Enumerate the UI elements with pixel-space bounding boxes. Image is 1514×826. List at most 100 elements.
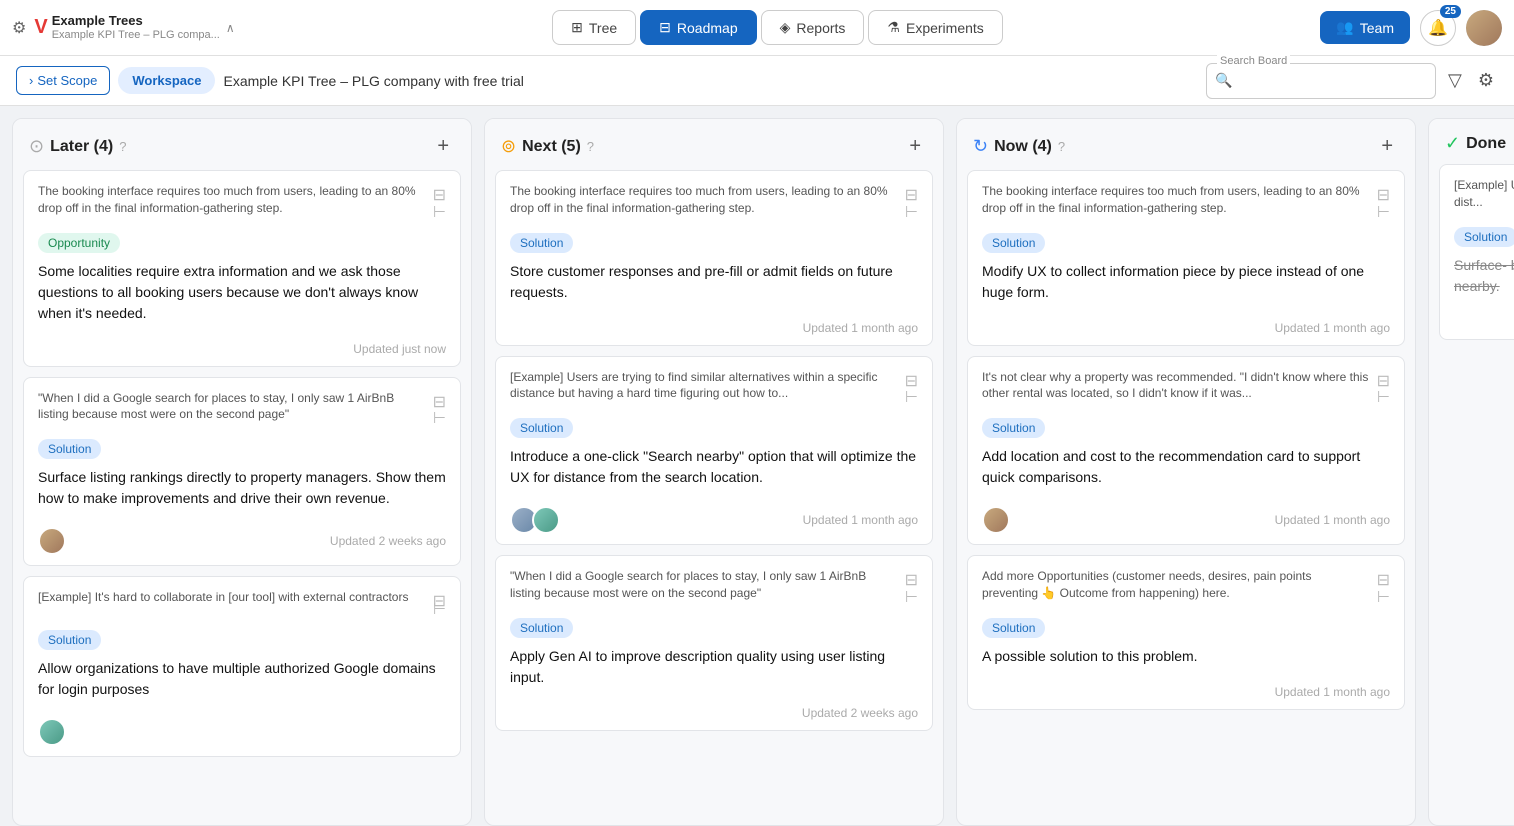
avatar-image [1466, 10, 1502, 46]
column-header-next: ⊚ Next (5) ? + [485, 119, 943, 170]
card-insight-row: "When I did a Google search for places t… [24, 378, 460, 432]
column-now: ↻ Now (4) ? + The booking interface requ… [956, 118, 1416, 826]
card-insight-text: It's not clear why a property was recomm… [982, 369, 1369, 403]
kanban-board: ⊙ Later (4) ? + The booking interface re… [0, 106, 1514, 826]
card: "When I did a Google search for places t… [23, 377, 461, 567]
tab-roadmap[interactable]: ⊟ Roadmap [640, 10, 756, 45]
card: "When I did a Google search for places t… [495, 555, 933, 731]
done-col-icon: ✓ [1445, 133, 1460, 154]
team-button[interactable]: 👥 Team [1320, 11, 1410, 44]
card-insight-icon[interactable]: ⊟ [433, 392, 446, 414]
card-insight-text: Add more Opportunities (customer needs, … [982, 568, 1369, 602]
search-input[interactable] [1236, 73, 1427, 88]
card-insight-text: The booking interface requires too much … [982, 183, 1369, 217]
card-insight-icon[interactable]: ⊟ [433, 185, 446, 207]
card-tag: Solution [38, 439, 101, 459]
column-help-now[interactable]: ? [1058, 139, 1065, 154]
column-title-done: Done [1466, 135, 1506, 153]
card-body: Surface listing rankings directly to pro… [38, 467, 446, 509]
card-insight-row: The booking interface requires too much … [968, 171, 1404, 225]
card-updated: Updated 1 month ago [803, 321, 918, 335]
card-insight-icon[interactable]: ⊟ [1377, 570, 1390, 592]
column-add-now[interactable]: + [1375, 133, 1399, 160]
card-avatar [38, 718, 66, 746]
card-insight-text: "When I did a Google search for places t… [38, 390, 425, 424]
column-title-later: Later (4) [50, 138, 113, 156]
team-icon: 👥 [1336, 19, 1353, 36]
card-insight-icon[interactable]: ⊟ [905, 570, 918, 592]
card: [Example] U... specific dist... ⊟ Soluti… [1439, 164, 1514, 340]
card-insight-icon[interactable]: ⊟ [905, 185, 918, 207]
card-avatars [510, 506, 554, 534]
card-body: Some localities require extra informatio… [38, 261, 446, 324]
settings-icon[interactable]: ⚙ [12, 18, 26, 38]
card: The booking interface requires too much … [495, 170, 933, 346]
set-scope-button[interactable]: › Set Scope [16, 66, 110, 95]
search-board-container: Search Board 🔍 [1206, 63, 1436, 99]
card-insight-text: The booking interface requires too much … [510, 183, 897, 217]
card-insight-row: "When I did a Google search for places t… [496, 556, 932, 610]
card-main: Solution ⊢ A possible solution to this p… [968, 610, 1404, 679]
board-settings-icon[interactable]: ⚙ [1474, 66, 1498, 95]
card-insight-text: "When I did a Google search for places t… [510, 568, 897, 602]
chevron-down-icon[interactable]: ∧ [226, 21, 235, 35]
card: It's not clear why a property was recomm… [967, 356, 1405, 546]
tab-tree[interactable]: ⊞ Tree [552, 10, 636, 45]
notification-button[interactable]: 🔔 25 [1420, 10, 1456, 46]
card-insight-row: [Example] Users are trying to find simil… [496, 357, 932, 411]
column-help-later[interactable]: ? [119, 139, 126, 154]
card-tag: Opportunity [38, 233, 120, 253]
sub-bar: › Set Scope Workspace Example KPI Tree –… [0, 56, 1514, 106]
card-insight-row: The booking interface requires too much … [496, 171, 932, 225]
topnav-left: ⚙ V Example Trees Example KPI Tree – PLG… [12, 13, 235, 42]
card-updated: Updated 1 month ago [1275, 685, 1390, 699]
brand-icon: V [34, 16, 47, 39]
card-insight-icon[interactable]: ⊟ [905, 371, 918, 393]
notification-badge: 25 [1440, 5, 1461, 18]
tab-reports[interactable]: ◈ Reports [761, 10, 865, 45]
card-body: Add location and cost to the recommendat… [982, 446, 1390, 488]
card-updated: Updated 2 weeks ago [330, 534, 446, 548]
card-main: Solution ⊢ Apply Gen AI to improve descr… [496, 610, 932, 700]
experiments-icon: ⚗ [887, 19, 900, 36]
card-tag: Solution [510, 233, 573, 253]
card-tag: Solution [510, 618, 573, 638]
card-footer: Updated 1... [1440, 309, 1514, 339]
column-body-next: The booking interface requires too much … [485, 170, 943, 825]
card-footer: Updated just now [24, 336, 460, 366]
breadcrumb: Example KPI Tree – PLG company with free… [223, 73, 523, 89]
avatar[interactable] [1466, 10, 1502, 46]
card-footer: Updated 1 month ago [968, 315, 1404, 345]
card-main: Solution ⊢ Allow organizations to have m… [24, 622, 460, 712]
column-help-next[interactable]: ? [587, 139, 594, 154]
top-nav: ⚙ V Example Trees Example KPI Tree – PLG… [0, 0, 1514, 56]
card-main: Opportunity ⊢ Some localities require ex… [24, 225, 460, 336]
card-footer: Updated 1 month ago [496, 315, 932, 345]
card-insight-icon[interactable]: ⊟ [1377, 371, 1390, 393]
card-updated: Updated 1 month ago [803, 513, 918, 527]
card-updated: Updated 1 month ago [1275, 513, 1390, 527]
search-board-label: Search Board [1217, 55, 1290, 67]
card-footer: Updated 1 month ago [968, 679, 1404, 709]
card-updated: Updated just now [353, 342, 446, 356]
tab-experiments[interactable]: ⚗ Experiments [868, 10, 1002, 45]
column-done: ✓ Done [Example] U... specific dist... ⊟… [1428, 118, 1514, 826]
card-insight-icon[interactable]: ⊟ [433, 591, 446, 613]
column-add-next[interactable]: + [903, 133, 927, 160]
card-tag: Solution [510, 418, 573, 438]
card-main: Solution ⊢ Store customer responses and … [496, 225, 932, 315]
card-avatars [38, 718, 60, 746]
card-insight-icon[interactable]: ⊟ [1377, 185, 1390, 207]
column-add-later[interactable]: + [431, 133, 455, 160]
card-body: Modify UX to collect information piece b… [982, 261, 1390, 303]
card: The booking interface requires too much … [967, 170, 1405, 346]
card-tag: Solution [982, 618, 1045, 638]
card-tag: Solution [982, 233, 1045, 253]
card-body: A possible solution to this problem. [982, 646, 1390, 667]
card-updated: Updated 2 weeks ago [802, 706, 918, 720]
card-footer [24, 712, 460, 756]
card: The booking interface requires too much … [23, 170, 461, 367]
workspace-button[interactable]: Workspace [118, 67, 215, 94]
card-body: Apply Gen AI to improve description qual… [510, 646, 918, 688]
filter-icon[interactable]: ▽ [1444, 66, 1466, 95]
